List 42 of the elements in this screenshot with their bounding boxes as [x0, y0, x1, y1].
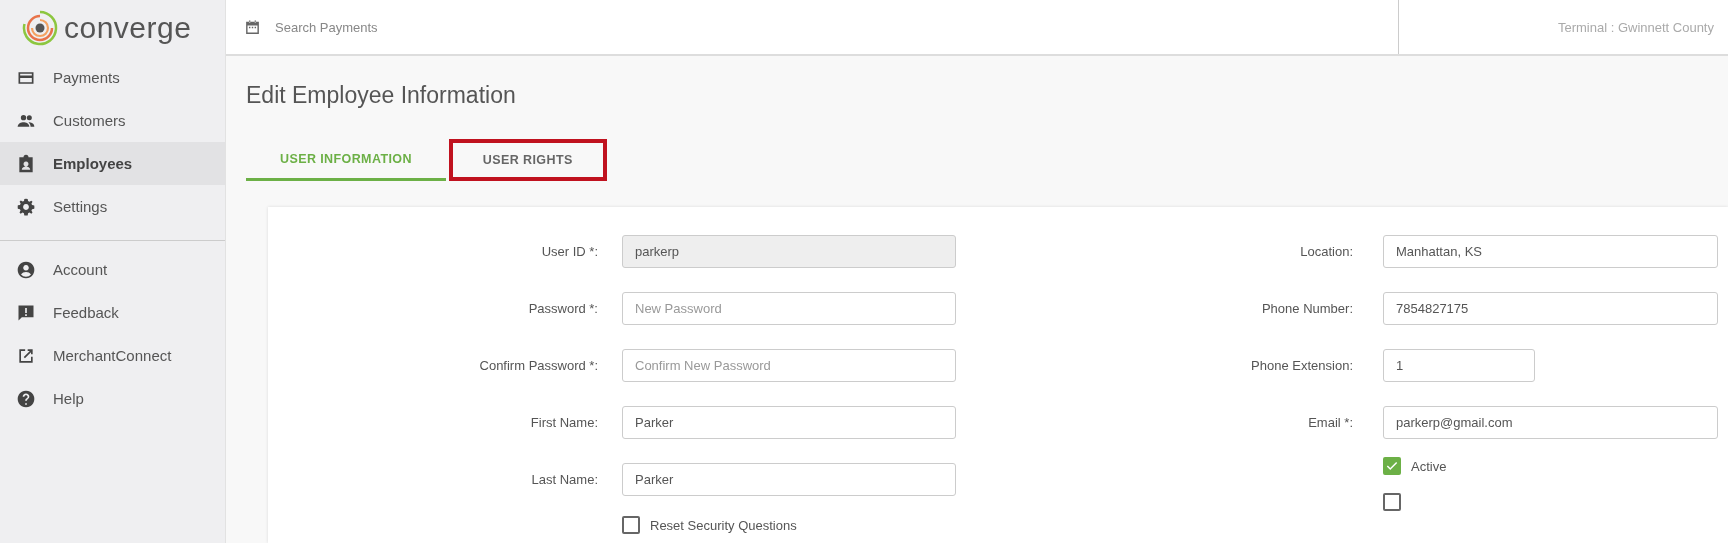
terminal-label: Terminal : Gwinnett County	[1557, 19, 1714, 35]
input-field[interactable]: New Password	[622, 292, 956, 325]
input-field[interactable]: Confirm New Password	[622, 349, 956, 382]
help-icon	[16, 388, 36, 409]
sidebar-item[interactable]: Employees	[0, 142, 225, 185]
sidebar-item[interactable]: Customers	[0, 99, 225, 142]
input-field[interactable]: 7854827175	[1383, 292, 1718, 325]
sidebar-item[interactable]: Feedback	[0, 291, 225, 334]
tab[interactable]: USER RIGHTS	[448, 139, 607, 181]
settings-icon	[16, 196, 36, 217]
field-label: User ID *:	[540, 244, 598, 259]
input-field[interactable]: Parker	[622, 463, 956, 496]
field-label: Confirm Password *:	[478, 358, 598, 373]
page-title: Edit Employee Information	[246, 82, 517, 109]
input-field[interactable]: parkerp@gmail.com	[1383, 406, 1718, 439]
field-label: Location:	[1299, 244, 1353, 259]
sidebar-item[interactable]: MerchantConnect	[0, 334, 225, 377]
search-field[interactable]: Search Payments	[273, 18, 577, 36]
sidebar-item[interactable]: Settings	[0, 185, 225, 228]
input-field[interactable]: 1	[1383, 349, 1535, 382]
calendar-icon[interactable]	[244, 18, 261, 36]
checkbox[interactable]	[1383, 457, 1401, 475]
brand-name: converge	[64, 11, 192, 45]
checkbox[interactable]	[1383, 493, 1401, 511]
account-icon	[16, 259, 36, 280]
input-field[interactable]: Manhattan, KS	[1383, 235, 1718, 268]
field-label: Phone Number:	[1260, 301, 1353, 316]
checkbox-label: Reset Security Questions	[650, 517, 797, 533]
checkbox-label: Active	[1411, 458, 1447, 474]
field-label: Phone Extension:	[1250, 358, 1353, 373]
sidebar-item[interactable]: Account	[0, 248, 225, 291]
check-icon	[1385, 459, 1399, 473]
field-label: Last Name:	[530, 472, 598, 487]
input-field[interactable]: Parker	[622, 406, 956, 439]
field-label: First Name:	[529, 415, 598, 430]
logo-icon	[22, 10, 58, 46]
sidebar-item[interactable]: Help	[0, 377, 225, 420]
sidebar-item[interactable]: Payments	[0, 56, 225, 99]
field-label: Password *:	[527, 301, 598, 316]
id-badge-icon	[16, 153, 36, 174]
field-label: Email *:	[1307, 415, 1353, 430]
checkbox[interactable]	[622, 516, 640, 534]
